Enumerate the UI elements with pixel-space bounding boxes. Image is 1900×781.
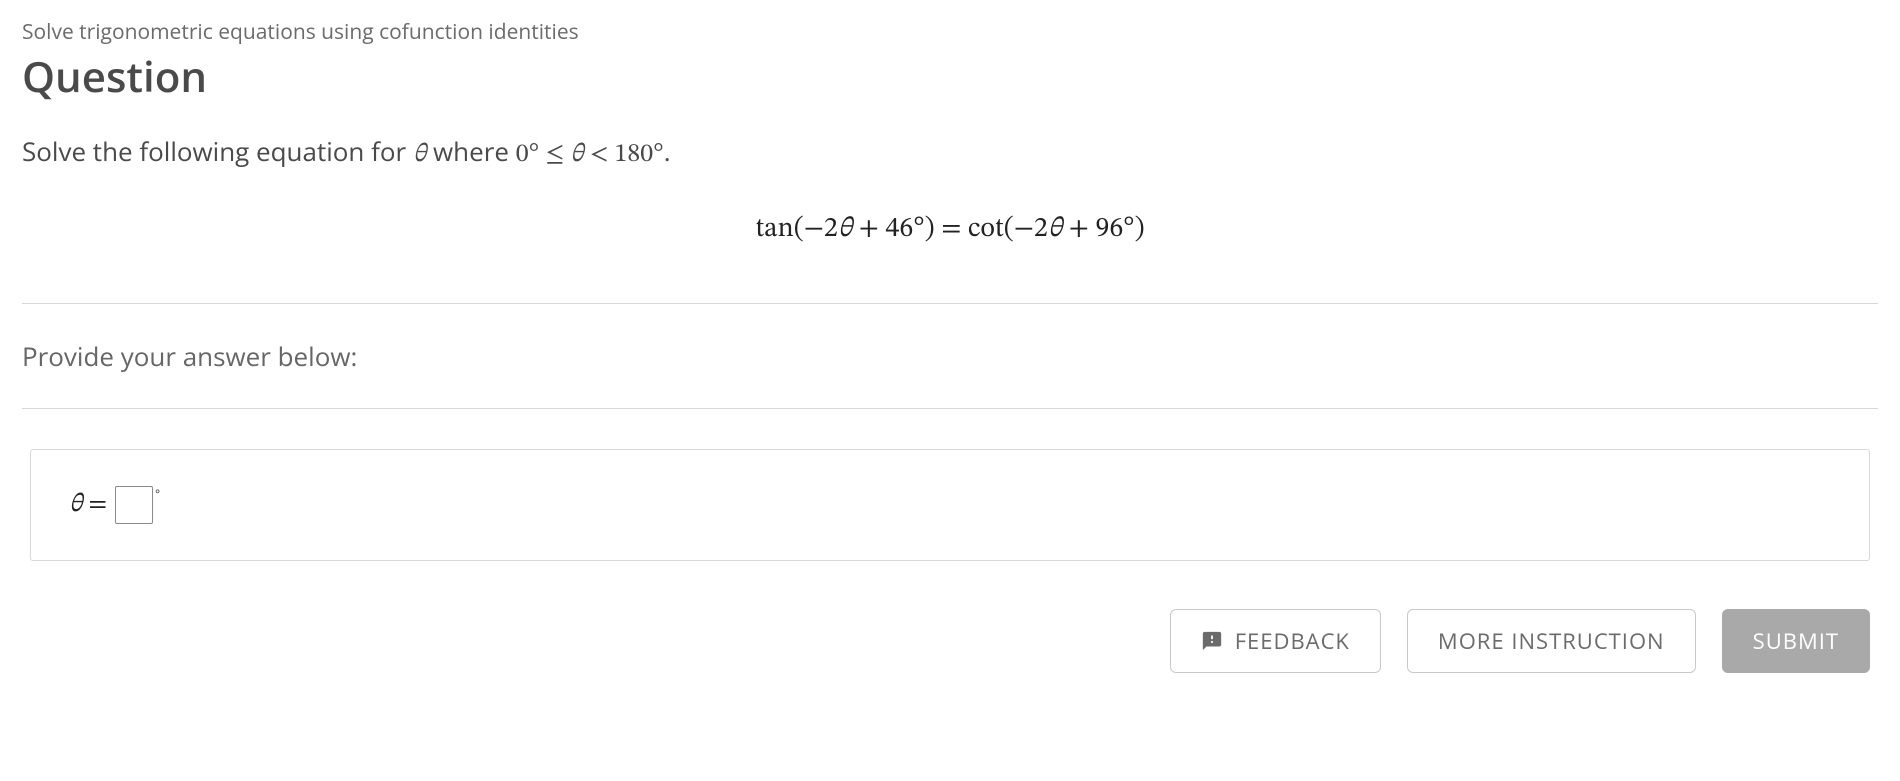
- prompt-rel1: ≤: [539, 142, 570, 168]
- answer-expression: θ = °: [69, 486, 1831, 524]
- prompt-lead: Solve the following equation for: [22, 133, 413, 169]
- prompt-range-b: 180°: [615, 142, 664, 168]
- feedback-button[interactable]: FEEDBACK: [1170, 609, 1381, 673]
- prompt-range-a: 0°: [516, 142, 540, 168]
- button-row: FEEDBACK MORE INSTRUCTION SUBMIT: [22, 609, 1878, 673]
- provide-answer-label: Provide your answer below:: [22, 304, 1878, 408]
- eq-rhs-fn: cot: [968, 215, 1004, 243]
- eq-lhs-var: θ: [838, 215, 852, 243]
- submit-button[interactable]: SUBMIT: [1722, 609, 1870, 673]
- prompt-var2: θ: [570, 142, 583, 168]
- feedback-label: FEEDBACK: [1235, 626, 1350, 656]
- eq-lhs-fn: tan: [755, 215, 793, 243]
- answer-input[interactable]: [115, 486, 153, 524]
- eq-equals: =: [935, 215, 968, 243]
- eq-rhs-open: (−2: [1004, 215, 1048, 243]
- topic-label: Solve trigonometric equations using cofu…: [22, 18, 1878, 46]
- answer-unit: °: [155, 488, 160, 503]
- question-heading: Question: [22, 48, 1878, 105]
- answer-equals: =: [88, 489, 107, 522]
- equation: tan(−2θ + 46°) = cot(−2θ + 96°): [22, 212, 1878, 247]
- more-instruction-label: MORE INSTRUCTION: [1438, 626, 1665, 656]
- divider: [22, 408, 1878, 409]
- eq-rhs-var: θ: [1048, 215, 1062, 243]
- prompt-tail: .: [664, 133, 671, 169]
- answer-var: θ: [69, 489, 82, 522]
- answer-box: θ = °: [30, 449, 1870, 561]
- eq-rhs-rest: + 96°): [1062, 215, 1145, 243]
- prompt-rel2: <: [584, 142, 615, 168]
- feedback-icon: [1201, 630, 1223, 652]
- prompt-var: θ: [413, 142, 426, 168]
- eq-lhs-open: (−2: [794, 215, 838, 243]
- eq-lhs-rest: + 46°): [852, 215, 935, 243]
- submit-label: SUBMIT: [1753, 626, 1839, 656]
- prompt-mid: where: [426, 133, 515, 169]
- more-instruction-button[interactable]: MORE INSTRUCTION: [1407, 609, 1696, 673]
- question-prompt: Solve the following equation for θ where…: [22, 133, 1878, 172]
